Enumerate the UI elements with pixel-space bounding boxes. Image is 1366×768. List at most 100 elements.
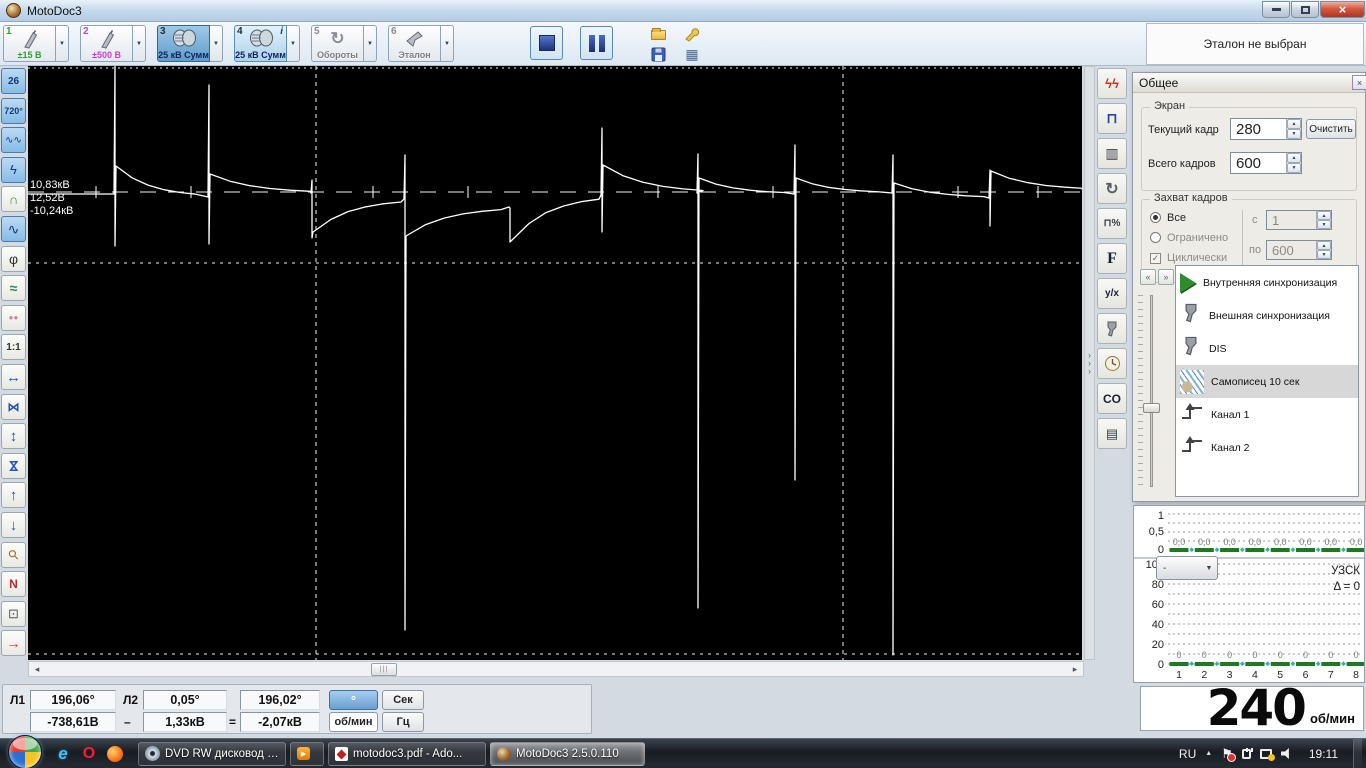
current-frame-value[interactable]: 280 <box>1231 119 1286 139</box>
panel-close-button[interactable]: × <box>1352 75 1366 90</box>
scroll-left-icon[interactable]: ◂ <box>29 662 45 676</box>
save-button[interactable] <box>646 45 670 64</box>
tool-button-probe-15v[interactable]: 1 ±15 В <box>3 25 56 62</box>
sync-prev-button[interactable]: « <box>1140 269 1156 285</box>
open-file-button[interactable] <box>646 25 670 44</box>
task-button-1[interactable]: DVD RW дисковод (E... <box>138 741 286 766</box>
tool-button-hv-25kv-sum[interactable]: 3 25 кВ Сумм <box>157 25 210 62</box>
window-titlebar[interactable]: MotoDoc3 <box>0 0 1366 22</box>
chart-mode-combobox[interactable]: - ▼ <box>1156 556 1218 580</box>
total-frames-value[interactable]: 600 <box>1231 153 1286 173</box>
power-icon[interactable] <box>1241 748 1251 759</box>
tool-button-probe-500v[interactable]: 2 ±500 В <box>80 25 133 62</box>
left-tool-trace-icon[interactable]: ∿∿ <box>1 127 26 154</box>
left-tool-v-compress-icon[interactable]: ⋈ <box>1 452 26 479</box>
ie-launcher[interactable]: e <box>50 741 76 767</box>
sync-item-5[interactable]: Канал 1 <box>1176 398 1358 431</box>
left-tool-h-expand-icon[interactable]: ↔ <box>1 364 26 390</box>
left-tool-dwell-arc-icon[interactable]: ∩ <box>1 186 26 213</box>
right-tool-display-icon[interactable]: ▤ <box>1097 418 1127 449</box>
options-button[interactable] <box>680 25 704 44</box>
task-button-4[interactable]: MotoDoc3 2.5.0.110 <box>490 741 645 766</box>
tool-button-hv-25kv-sum-i[interactable]: 4 i 25 кВ Сумм <box>234 25 287 62</box>
left-tool-shift-down-icon[interactable]: ↓ <box>1 512 26 538</box>
spin-down-icon[interactable]: ▼ <box>1287 163 1301 173</box>
checkbox-cyclic[interactable]: ✓ <box>1150 253 1161 264</box>
tool-dropdown-hv-25kv-sum[interactable]: ▼ <box>210 25 223 62</box>
report-button[interactable]: ▦ <box>680 45 704 64</box>
left-tool-zoom-icon[interactable]: ⚲ <box>1 541 26 568</box>
sync-item-2[interactable]: Внешняя синхронизация <box>1176 299 1358 332</box>
record-slider-track[interactable] <box>1150 295 1153 487</box>
unit-rpm-button[interactable]: об/мин <box>329 712 378 732</box>
right-tool-screen-wave-icon[interactable]: ▥ <box>1097 138 1127 169</box>
sync-item-1[interactable]: Внутренняя синхронизация <box>1176 266 1358 299</box>
network-icon[interactable] <box>1259 748 1272 759</box>
left-tool-camera-icon[interactable]: ⊡ <box>1 600 26 627</box>
right-tool-clock-icon[interactable] <box>1097 348 1127 379</box>
tool-button-rpm[interactable]: 5 ↻ Обороты <box>311 25 364 62</box>
close-button[interactable]: × <box>1320 1 1365 18</box>
stop-button[interactable] <box>530 26 563 60</box>
tray-clock[interactable]: 19:11 <box>1309 747 1338 761</box>
right-tool-pulse-icon[interactable]: ⊓ <box>1097 103 1127 134</box>
action-center-icon[interactable]: ⚑ <box>1221 746 1236 762</box>
panel-header[interactable]: Общее × <box>1133 73 1366 93</box>
left-tool-waves-icon[interactable]: ≈ <box>1 275 26 302</box>
right-tool-repeat-icon[interactable]: ↻ <box>1097 173 1127 204</box>
left-tool-balloons-icon[interactable]: ●● <box>1 304 26 331</box>
left-tool-pulse-26-icon[interactable]: 26 <box>1 68 26 94</box>
spin-up-icon[interactable]: ▲ <box>1287 153 1301 163</box>
right-tool-co-gas-icon[interactable]: CO <box>1097 383 1127 414</box>
unit-seconds-button[interactable]: Сек <box>382 690 424 710</box>
spin-down-icon[interactable]: ▼ <box>1287 129 1301 139</box>
clear-button[interactable]: Очистить <box>1306 119 1356 139</box>
tool-dropdown-probe-15v[interactable]: ▼ <box>56 25 69 62</box>
sync-item-6[interactable]: Канал 2 <box>1176 431 1358 464</box>
tool-dropdown-etalon[interactable]: ▼ <box>441 25 454 62</box>
right-tool-spark-test-icon[interactable]: ϟϟ <box>1097 68 1127 99</box>
task-button-3[interactable]: motodoc3.pdf - Ado... <box>328 741 486 766</box>
sync-item-3[interactable]: DIS <box>1176 332 1358 365</box>
unit-degrees-button[interactable]: ° <box>329 690 378 710</box>
task-button-2[interactable]: ▶ <box>290 741 324 766</box>
firefox-launcher[interactable] <box>102 741 128 767</box>
show-desktop-button[interactable] <box>1353 738 1362 768</box>
hscroll-thumb[interactable]: ||| <box>371 663 397 676</box>
unit-hz-button[interactable]: Гц <box>382 712 424 732</box>
current-frame-spinner[interactable]: 280 ▲ ▼ <box>1230 118 1302 140</box>
left-tool-shift-up-icon[interactable]: ↑ <box>1 482 26 509</box>
tool-dropdown-rpm[interactable]: ▼ <box>364 25 377 62</box>
tool-dropdown-probe-500v[interactable]: ▼ <box>133 25 146 62</box>
right-tool-function-f-icon[interactable]: F <box>1097 243 1127 274</box>
left-tool-v-expand-icon[interactable]: ↕ <box>1 423 26 450</box>
tool-dropdown-hv-25kv-sum-i[interactable]: ▼ <box>287 25 300 62</box>
panel-splitter[interactable]: › › › <box>1084 66 1095 660</box>
pause-button[interactable] <box>580 26 613 60</box>
volume-icon[interactable] <box>1280 747 1294 760</box>
chart-hscrollbar[interactable]: ◂ ||| ▸ <box>28 661 1084 677</box>
right-tool-sparkplug-icon[interactable] <box>1097 313 1127 344</box>
scroll-right-icon[interactable]: ▸ <box>1067 662 1083 676</box>
left-tool-sine-icon[interactable]: ∿ <box>1 216 26 242</box>
language-indicator[interactable]: RU <box>1179 747 1196 761</box>
tool-button-etalon[interactable]: 6 Эталон <box>388 25 441 62</box>
total-frames-spinner[interactable]: 600 ▲ ▼ <box>1230 152 1302 174</box>
tray-expand-icon[interactable]: ▲ <box>1205 750 1212 757</box>
start-button[interactable] <box>8 734 42 768</box>
radio-all[interactable] <box>1150 212 1161 223</box>
right-tool-duty-cycle-icon[interactable]: ⊓% <box>1097 208 1127 239</box>
right-tool-ratio-icon[interactable]: y/x <box>1097 278 1127 309</box>
sync-item-4[interactable]: Самописец 10 сек <box>1176 365 1358 398</box>
minimize-button[interactable] <box>1262 1 1290 18</box>
left-tool-export-icon[interactable]: → <box>1 630 26 657</box>
left-tool-spark-wave-icon[interactable]: ϟ <box>1 156 26 183</box>
left-tool-phase-phi-icon[interactable]: φ <box>1 245 26 272</box>
sync-next-button[interactable]: » <box>1158 269 1174 285</box>
oscilloscope-display[interactable]: 10,83кВ 12,52В -10,24кВ <box>28 66 1082 660</box>
left-tool-n-wave-icon[interactable]: N <box>1 571 26 598</box>
opera-launcher[interactable]: O <box>76 741 102 767</box>
maximize-button[interactable] <box>1291 1 1319 18</box>
left-tool-range-720-icon[interactable]: 720° <box>1 97 26 124</box>
left-tool-h-compress-icon[interactable]: ⋈ <box>1 393 26 420</box>
